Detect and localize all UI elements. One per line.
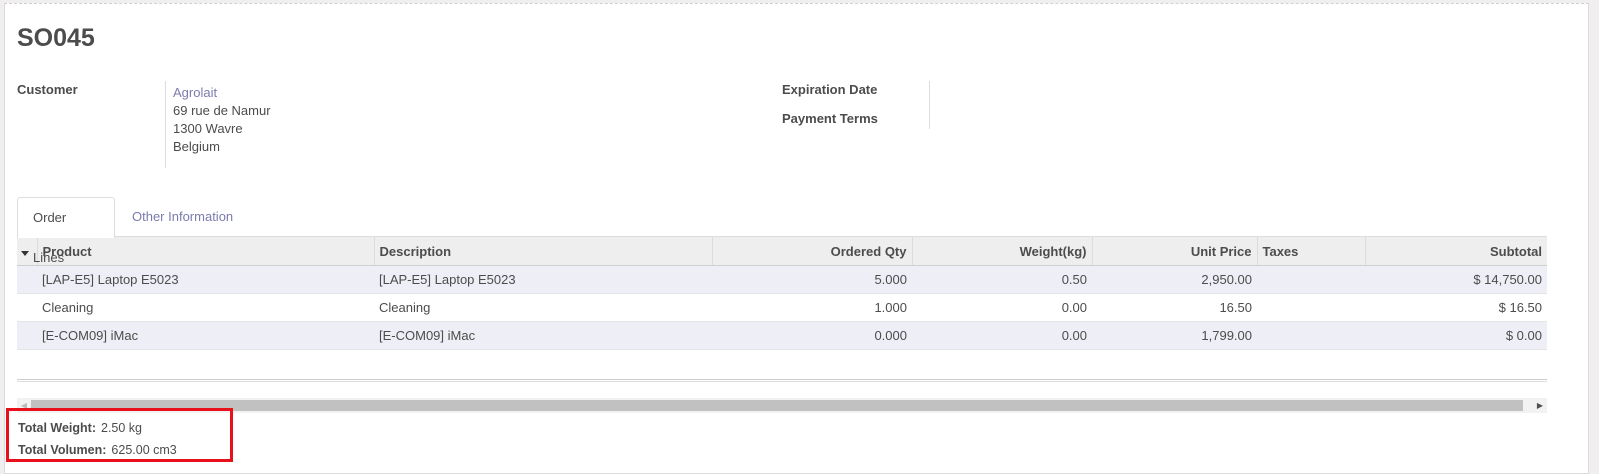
column-header-description[interactable]: Description xyxy=(373,236,712,266)
order-lines-table: Product Description Ordered Qty Weight(k… xyxy=(17,236,1547,350)
cell-unit-price[interactable]: 16.50 xyxy=(1092,293,1257,322)
total-volume-label: Total Volumen: xyxy=(18,443,107,457)
column-header-taxes[interactable]: Taxes xyxy=(1256,236,1365,266)
cell-unit-price[interactable]: 1,799.00 xyxy=(1092,321,1257,350)
tab-order-lines[interactable]: Order Lines xyxy=(17,197,115,265)
table-row[interactable]: [LAP-E5] Laptop E5023 [LAP-E5] Laptop E5… xyxy=(17,265,1547,294)
table-header-row: Product Description Ordered Qty Weight(k… xyxy=(17,236,1547,266)
column-header-weight[interactable]: Weight(kg) xyxy=(911,236,1092,266)
cell-taxes[interactable] xyxy=(1257,265,1365,294)
cell-product[interactable]: [E-COM09] iMac xyxy=(37,321,374,350)
column-header-product[interactable]: Product xyxy=(36,236,374,266)
scroll-right-icon[interactable]: ▶ xyxy=(1533,398,1547,413)
customer-address: Agrolait 69 rue de Namur 1300 Wavre Belg… xyxy=(173,84,271,156)
total-volume-row: Total Volumen: 625.00 cm3 xyxy=(18,443,177,457)
column-header-subtotal[interactable]: Subtotal xyxy=(1364,236,1547,266)
customer-label: Customer xyxy=(17,82,78,97)
cell-subtotal: $ 16.50 xyxy=(1365,293,1547,322)
form-sheet: SO045 Customer Agrolait 69 rue de Namur … xyxy=(4,3,1589,474)
cell-ordered-qty[interactable]: 1.000 xyxy=(712,293,912,322)
cell-description[interactable]: [LAP-E5] Laptop E5023 xyxy=(374,265,712,294)
cell-taxes[interactable] xyxy=(1257,321,1365,350)
totals-highlight-box: Total Weight: 2.50 kg Total Volumen: 625.0… xyxy=(6,408,233,462)
table-row[interactable]: [E-COM09] iMac [E-COM09] iMac 0.000 0.00… xyxy=(17,321,1547,350)
table-footer xyxy=(17,379,1547,382)
table-row[interactable]: Cleaning Cleaning 1.000 0.00 16.50 $ 16.… xyxy=(17,293,1547,322)
address-line-1: 69 rue de Namur xyxy=(173,103,271,118)
cell-unit-price[interactable]: 2,950.00 xyxy=(1092,265,1257,294)
cell-taxes[interactable] xyxy=(1257,293,1365,322)
address-line-2: 1300 Wavre xyxy=(173,121,243,136)
cell-description[interactable]: Cleaning xyxy=(374,293,712,322)
payment-terms-label: Payment Terms xyxy=(782,111,878,126)
notebook-tabs: Order Lines Other Information xyxy=(17,197,1547,265)
cell-weight[interactable]: 0.50 xyxy=(912,265,1092,294)
scrollbar-thumb[interactable] xyxy=(31,400,1523,411)
total-volume-value: 625.00 cm3 xyxy=(111,443,177,457)
customer-link[interactable]: Agrolait xyxy=(173,84,271,102)
cell-description[interactable]: [E-COM09] iMac xyxy=(374,321,712,350)
row-handle xyxy=(17,293,37,322)
cell-product[interactable]: Cleaning xyxy=(37,293,374,322)
cell-weight[interactable]: 0.00 xyxy=(912,321,1092,350)
field-divider xyxy=(929,81,930,129)
row-handle xyxy=(17,321,37,350)
caret-down-icon xyxy=(21,250,29,256)
cell-ordered-qty[interactable]: 5.000 xyxy=(712,265,912,294)
cell-ordered-qty[interactable]: 0.000 xyxy=(712,321,912,350)
field-divider xyxy=(165,81,166,168)
expiration-date-label: Expiration Date xyxy=(782,82,878,97)
page-title: SO045 xyxy=(17,24,95,52)
tab-other-information[interactable]: Other Information xyxy=(117,197,248,237)
address-line-3: Belgium xyxy=(173,139,220,154)
column-header-ordered-qty[interactable]: Ordered Qty xyxy=(711,236,912,266)
cell-product[interactable]: [LAP-E5] Laptop E5023 xyxy=(37,265,374,294)
horizontal-scrollbar[interactable]: ◀ ▶ xyxy=(17,398,1547,413)
cell-weight[interactable]: 0.00 xyxy=(912,293,1092,322)
total-weight-value: 2.50 kg xyxy=(101,421,143,435)
total-weight-label: Total Weight: xyxy=(18,421,96,435)
column-header-unit-price[interactable]: Unit Price xyxy=(1091,236,1257,266)
cell-subtotal: $ 0.00 xyxy=(1365,321,1547,350)
cell-subtotal: $ 14,750.00 xyxy=(1365,265,1547,294)
total-weight-row: Total Weight: 2.50 kg xyxy=(18,421,142,435)
